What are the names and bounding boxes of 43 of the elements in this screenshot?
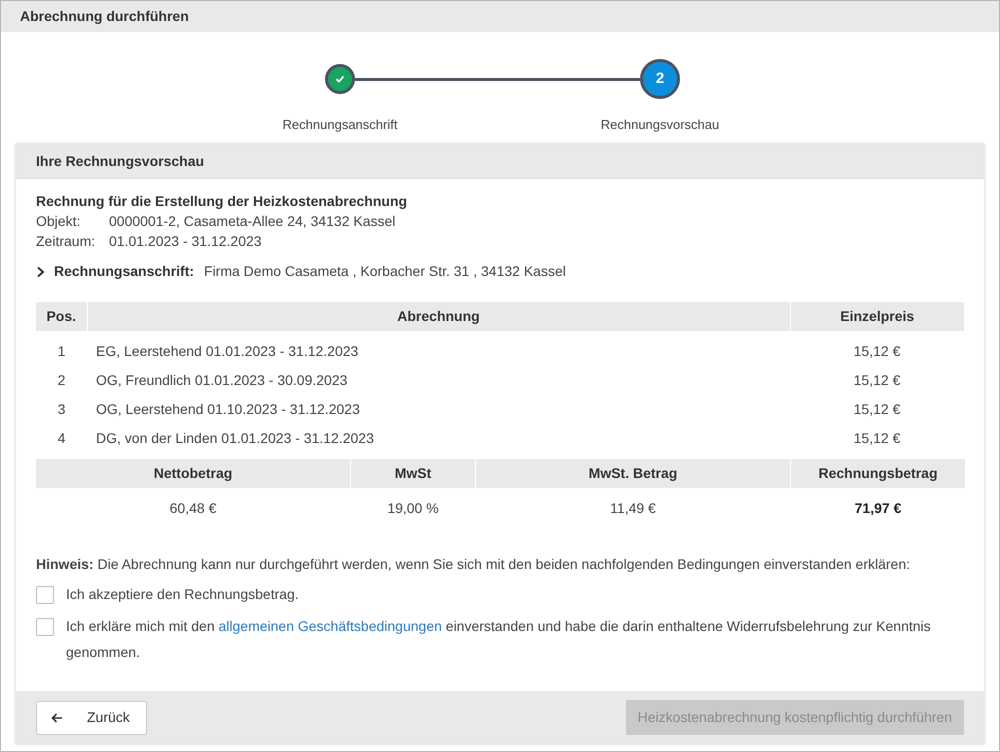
column-header: Nettobetrag <box>36 459 350 488</box>
table-cell-text: OG, Freundlich 01.01.2023 - 30.09.2023 <box>95 371 348 390</box>
step-number: 2 <box>640 59 680 99</box>
table-cell-text: 19,00 % <box>386 498 440 518</box>
panel-title: Ihre Rechnungsvorschau <box>16 144 984 179</box>
column-header: Abrechnung <box>87 302 790 331</box>
table-cell-text: 15,12 € <box>852 429 902 448</box>
checkbox[interactable] <box>36 586 54 604</box>
column-header: Pos. <box>36 302 87 331</box>
address-toggle[interactable]: Rechnungsanschrift: Firma Demo Casameta , Korbacher Str. 31 , 34132 Kassel <box>36 261 566 282</box>
arrow-left-icon <box>51 712 63 722</box>
step-label: Rechnungsvorschau <box>600 116 720 134</box>
table-cell-text: 15,12 € <box>852 371 902 390</box>
chevron-icon <box>36 266 46 278</box>
table-cell-text: 3 <box>56 400 66 419</box>
detail-label: Objekt: <box>36 212 82 231</box>
detail-value: 0000001-2, Casameta-Allee 24, 34132 Kassel <box>109 212 396 231</box>
invoice-heading: Rechnung für die Erstellung der Heizkostenabrechnung <box>36 192 408 211</box>
table-cell-text: 60,48 € <box>168 498 218 518</box>
column-header: MwSt <box>351 459 475 488</box>
table-cell-text: 11,49 € <box>609 498 657 518</box>
column-header: Rechnungsbetrag <box>791 459 965 488</box>
table-cell-text: 71,97 € <box>854 498 902 518</box>
checkbox-label: Ich akzeptiere den Rechnungsbetrag. <box>66 585 299 604</box>
window-title: Abrechnung durchführen <box>1 1 999 32</box>
table-cell-text: 4 <box>56 429 66 448</box>
table-cell: EG, Leerstehend 01.01.2023 - 31.12.2023 <box>87 331 790 366</box>
table-cell-text: 15,12 € <box>852 400 902 419</box>
table-cell-text: 2 <box>56 371 66 390</box>
checkbox[interactable] <box>36 618 54 636</box>
column-header: Einzelpreis <box>790 302 964 331</box>
table-cell: 15,12 € <box>790 331 964 366</box>
detail-label: Zeitraum: <box>36 232 96 251</box>
checkbox-label: Ich erkläre mich mit den allgemeinen Geschäftsbedingungen einverstanden und habe die darin enthaltene Widerrufsbelehrung zur Kenntnis genommen. <box>66 617 932 662</box>
terms-link[interactable]: allgemeinen Geschäftsbedingungen <box>218 618 442 634</box>
table-cell: 1 <box>36 331 87 366</box>
detail-value: 01.01.2023 - 31.12.2023 <box>109 232 262 251</box>
hint-text: Hinweis: Die Abrechnung kann nur durchgeführt werden, wenn Sie sich mit den beiden nachfolgenden Bedingungen einverstanden erklären: <box>36 555 912 574</box>
column-header: MwSt. Betrag <box>476 459 790 488</box>
table-cell-text: DG, von der Linden 01.01.2023 - 31.12.2023 <box>95 429 375 448</box>
table-cell-text: OG, Leerstehend 01.10.2023 - 31.12.2023 <box>95 400 361 419</box>
step-label: Rechnungsanschrift <box>282 116 398 134</box>
back-button[interactable]: Zurück <box>36 700 147 734</box>
